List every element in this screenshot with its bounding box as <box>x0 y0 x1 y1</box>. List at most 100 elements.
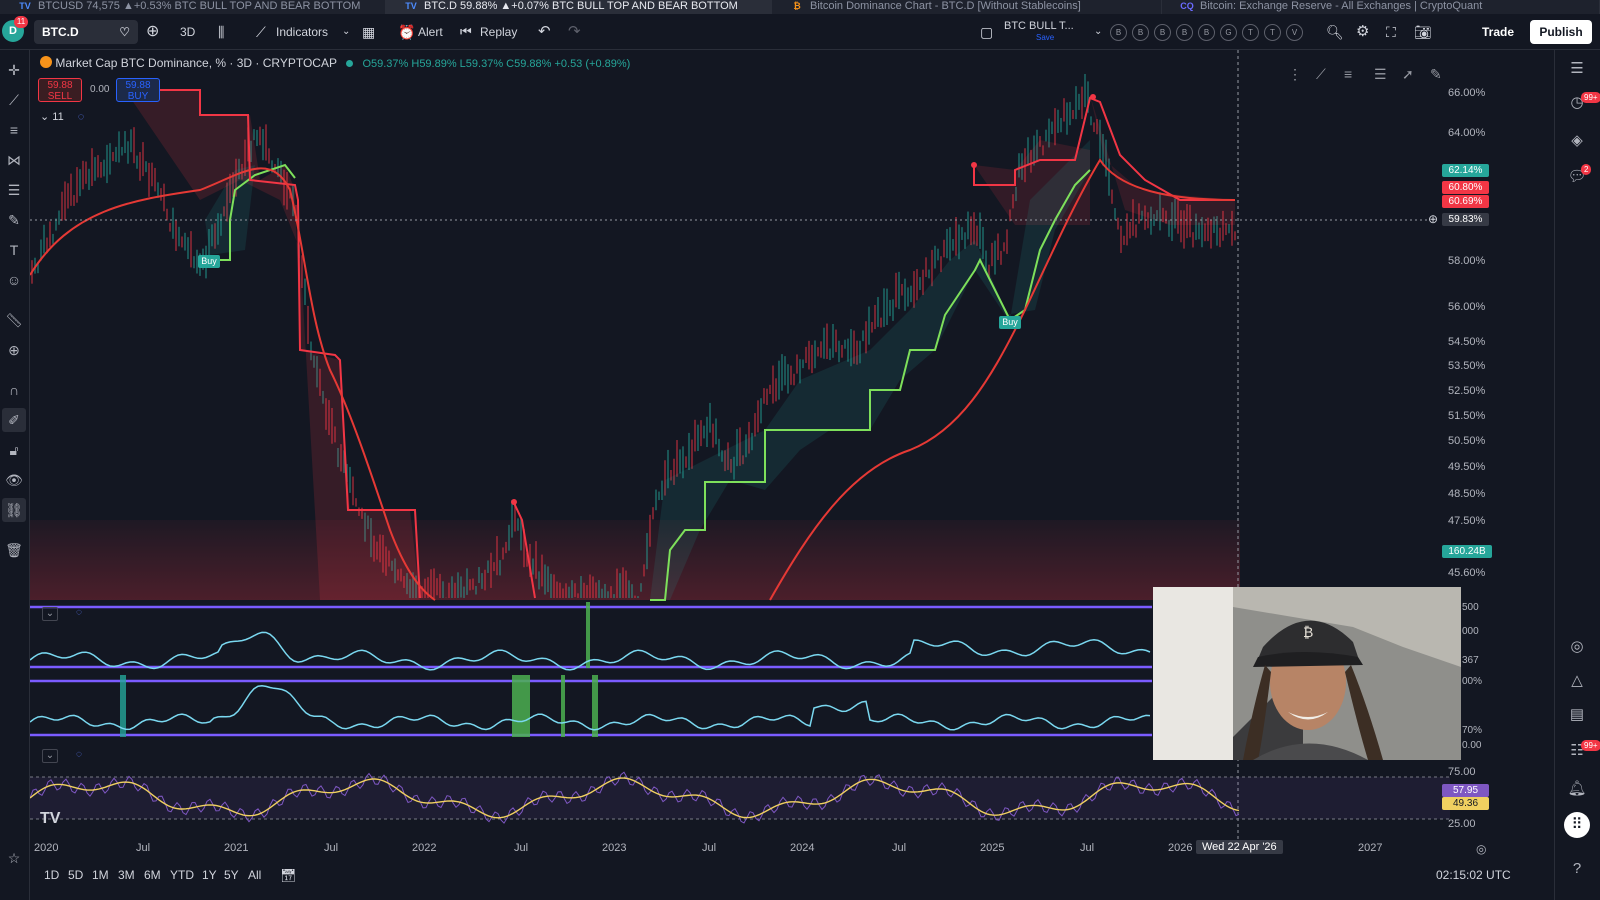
svg-text:₿: ₿ <box>1303 624 1313 640</box>
compare-v[interactable]: V <box>1286 24 1303 41</box>
price-tag-green: 62.14% <box>1442 164 1489 177</box>
timeframe-1m[interactable]: 1M <box>92 868 109 882</box>
apps-grid-icon[interactable]: ⠿ <box>1564 812 1590 838</box>
time-axis-label: Jul <box>514 842 529 854</box>
gear-icon[interactable]: ⚙ <box>1356 20 1369 44</box>
zoom-icon[interactable]: ⊕ <box>2 338 26 362</box>
fib-tool-icon[interactable]: ☰ <box>1374 66 1387 83</box>
replay-button[interactable]: Replay <box>480 20 517 44</box>
trend-line-icon[interactable]: ⟋ <box>2 88 26 112</box>
magnet-icon[interactable]: ∩ <box>2 378 26 402</box>
fib-icon[interactable]: ☰ <box>2 178 26 202</box>
compare-b-4[interactable]: B <box>1176 24 1193 41</box>
pane-collapse-button[interactable]: ⌄ <box>42 749 58 763</box>
candles-icon[interactable]: ⫼ <box>218 20 224 44</box>
pen-tool-icon[interactable]: ✎ <box>1430 66 1442 83</box>
publish-button[interactable]: Publish <box>1530 20 1592 44</box>
pane-collapse-button[interactable]: ⌄ <box>42 607 58 621</box>
calendar-icon[interactable]: ▤ <box>1564 702 1590 728</box>
signal-bar <box>592 675 598 737</box>
tradingview-logo: TV <box>40 810 61 827</box>
right-sidebar: ☰ ◷ 99+ ◈ 💬︎ 2 ◎ △ ▤ ☷ 99+ 🔔︎ ⠿ ? <box>1554 50 1600 900</box>
tab-btcd[interactable]: TV BTC.D 59.88% ▲+0.07% BTC BULL TOP AND … <box>386 0 772 14</box>
stay-drawing-icon[interactable]: ✐ <box>2 408 26 432</box>
symbol-search[interactable]: BTC.D ♡ <box>34 20 138 44</box>
compare-t-2[interactable]: T <box>1264 24 1281 41</box>
eye-icon[interactable]: 👁︎ <box>2 468 26 492</box>
bell-icon[interactable]: 🔔︎ <box>1564 776 1590 802</box>
tab-label: Bitcoin: Exchange Reserve - All Exchange… <box>1200 0 1483 12</box>
text-icon[interactable]: T <box>2 238 26 262</box>
tab-cryptoquant[interactable]: CQ Bitcoin: Exchange Reserve - All Exchan… <box>1162 0 1600 14</box>
compare-b-5[interactable]: B <box>1198 24 1215 41</box>
notifications-badge: 99+ <box>1581 740 1600 751</box>
layers-icon[interactable]: ◈ <box>1564 128 1590 154</box>
signals-icon[interactable]: △ <box>1564 668 1590 694</box>
trade-button[interactable]: Trade <box>1472 20 1524 44</box>
alert-button[interactable]: Alert <box>418 20 443 44</box>
redo-icon[interactable]: ↷ <box>568 20 581 44</box>
cursor-icon[interactable]: ➚ <box>1402 66 1414 83</box>
fullscreen-icon[interactable]: ⛶ <box>1386 20 1396 44</box>
timeframe-5y[interactable]: 5Y <box>224 868 239 882</box>
timeframe-5d[interactable]: 5D <box>68 868 83 882</box>
sell-button[interactable]: 59.88 SELL <box>38 78 82 102</box>
chevron-down-icon[interactable]: ⌄ <box>342 20 350 44</box>
help-icon[interactable]: ? <box>1564 856 1590 882</box>
favorites-star-icon[interactable]: ☆ <box>2 846 26 870</box>
indicator-tool-icon[interactable]: ⟋ <box>1316 66 1326 83</box>
tab-btcusd[interactable]: TV BTCUSD 74,575 ▲+0.53% BTC BULL TOP AND… <box>0 0 386 14</box>
tab-dominance-chart[interactable]: ₿ Bitcoin Dominance Chart - BTC.D [Withou… <box>772 0 1162 14</box>
time-axis-label: 2026 <box>1168 842 1193 854</box>
lines-tool-icon[interactable]: ≡ <box>1344 66 1352 82</box>
buy-button[interactable]: 59.88 BUY <box>116 78 160 102</box>
emoji-icon[interactable]: ☺ <box>2 268 26 292</box>
interval-button[interactable]: 3D <box>180 20 195 44</box>
settings-icon[interactable]: ◎ <box>1476 842 1486 856</box>
layout-icon: ▢ <box>980 24 994 40</box>
crosshair-icon[interactable]: ✛ <box>2 58 26 82</box>
target-icon[interactable]: ◎ <box>1564 634 1590 660</box>
calendar-range-icon[interactable]: 📅︎ <box>280 868 297 884</box>
osc-axis-label: 000 <box>1462 626 1479 637</box>
price-axis-label: 51.50% <box>1448 410 1486 422</box>
clock-utc[interactable]: 02:15:02 UTC <box>1436 868 1511 882</box>
timeframe-ytd[interactable]: YTD <box>170 868 194 882</box>
chart-legend[interactable]: Market Cap BTC Dominance, % · 3D · CRYPT… <box>40 56 630 70</box>
camera-icon[interactable]: 📷︎ <box>1414 20 1432 44</box>
indicator-collapse[interactable]: ⌄ 11 ◌ <box>40 110 84 123</box>
timeframe-6m[interactable]: 6M <box>144 868 161 882</box>
timeframe-all[interactable]: All <box>248 868 261 882</box>
horizontal-lines-icon[interactable]: ≡ <box>2 118 26 142</box>
link-icon[interactable]: ⛓ <box>2 498 26 522</box>
compare-b-2[interactable]: B <box>1132 24 1149 41</box>
compare-b-1[interactable]: B <box>1110 24 1127 41</box>
ruler-icon[interactable]: 📏︎ <box>2 308 26 332</box>
compare-g[interactable]: G <box>1220 24 1237 41</box>
add-alert-icon[interactable]: ⊕ <box>1428 213 1441 226</box>
search-icon[interactable]: 🔍︎ <box>1326 20 1344 44</box>
add-symbol-icon[interactable]: ⊕ <box>146 20 159 44</box>
watchlist-icon[interactable]: ☰ <box>1564 56 1590 82</box>
time-axis-label: Jul <box>892 842 907 854</box>
time-axis-label: 2024 <box>790 842 815 854</box>
timeframe-1d[interactable]: 1D <box>44 868 59 882</box>
timeframe-1y[interactable]: 1Y <box>202 868 217 882</box>
compare-b-3[interactable]: B <box>1154 24 1171 41</box>
undo-icon[interactable]: ↶ <box>538 20 551 44</box>
time-axis-label: Jul <box>702 842 717 854</box>
templates-icon[interactable]: ▦ <box>362 20 375 44</box>
brush-icon[interactable]: ✎ <box>2 208 26 232</box>
bitcoin-icon: ₿ <box>793 1 801 11</box>
time-axis-label: 2022 <box>412 842 437 854</box>
drag-handle-icon[interactable]: ⋮ <box>1288 66 1302 83</box>
lock-icon[interactable]: 🔓︎ <box>2 438 26 462</box>
heart-icon[interactable]: ♡ <box>119 20 130 44</box>
chevron-down-icon[interactable]: ⌄ <box>1094 20 1102 44</box>
compare-t-1[interactable]: T <box>1242 24 1259 41</box>
trash-icon[interactable]: 🗑︎ <box>2 538 26 562</box>
tab-label: Bitcoin Dominance Chart - BTC.D [Without… <box>810 0 1081 12</box>
timeframe-3m[interactable]: 3M <box>118 868 135 882</box>
pattern-icon[interactable]: ⋈ <box>2 148 26 172</box>
indicators-button[interactable]: Indicators <box>276 20 328 44</box>
